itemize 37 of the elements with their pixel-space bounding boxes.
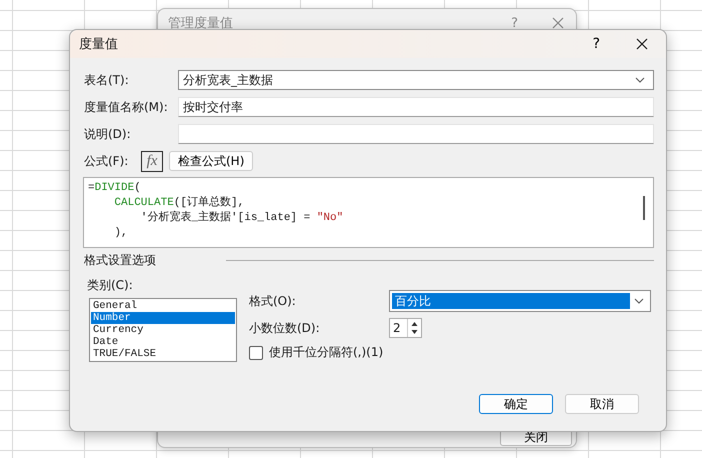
field-label: 类别(C): — [87, 277, 134, 294]
list-item[interactable]: Currency — [91, 324, 235, 336]
checkbox[interactable] — [249, 346, 263, 360]
input-field[interactable] — [178, 124, 654, 144]
check-formula-button[interactable]: 检查公式(H) — [169, 151, 254, 171]
input-field[interactable]: 按时交付率 — [178, 97, 654, 117]
field-label: 小数位数(D): — [249, 320, 321, 336]
dialog-button[interactable]: 确定 — [479, 394, 553, 414]
format-select[interactable]: 百分比 — [389, 290, 651, 312]
field-label: 度量值名称(M): — [84, 98, 169, 116]
list-item[interactable]: Date — [91, 336, 235, 348]
table-select[interactable]: 分析宽表_主数据 — [178, 70, 654, 90]
help-button[interactable]: ? — [592, 36, 600, 52]
code-line: ), — [113, 226, 128, 241]
decimals-spinner[interactable]: 2 — [389, 318, 422, 338]
category-list[interactable]: General Number Currency Date TRUE/FALSE — [89, 298, 237, 362]
code-line: CALCULATE([订单总数], — [113, 196, 244, 210]
checkbox-label[interactable]: 使用千位分隔符(,)(1) — [269, 344, 384, 361]
list-item[interactable]: TRUE/FALSE — [91, 348, 235, 360]
window-title: 管理度量值 — [168, 15, 234, 32]
code-line: '分析宽表_主数据'[is_late] = "No" — [140, 211, 344, 226]
code-line: =DIVIDE( — [88, 181, 141, 196]
scrollbar-thumb[interactable] — [643, 196, 645, 220]
field-label: 格式(O): — [249, 292, 297, 310]
chevron-down-icon — [635, 77, 645, 83]
dialog-button[interactable]: 取消 — [565, 394, 639, 414]
field-label: 表名(T): — [84, 72, 130, 88]
section-title: 格式设置选项 — [84, 252, 156, 269]
function-button[interactable]: fx — [141, 150, 163, 172]
close-icon[interactable] — [636, 38, 648, 50]
window-title: 度量值 — [79, 36, 119, 53]
field-label: 公式(F): — [84, 152, 130, 170]
formula-editor[interactable]: =DIVIDE( CALCULATE([订单总数], '分析宽表_主数据'[is_late] = "No" ), — [83, 177, 654, 248]
list-item[interactable]: General — [91, 300, 235, 312]
field-label: 说明(D): — [84, 126, 132, 142]
list-item[interactable]: Number — [91, 312, 235, 324]
chevron-down-icon — [634, 298, 644, 304]
